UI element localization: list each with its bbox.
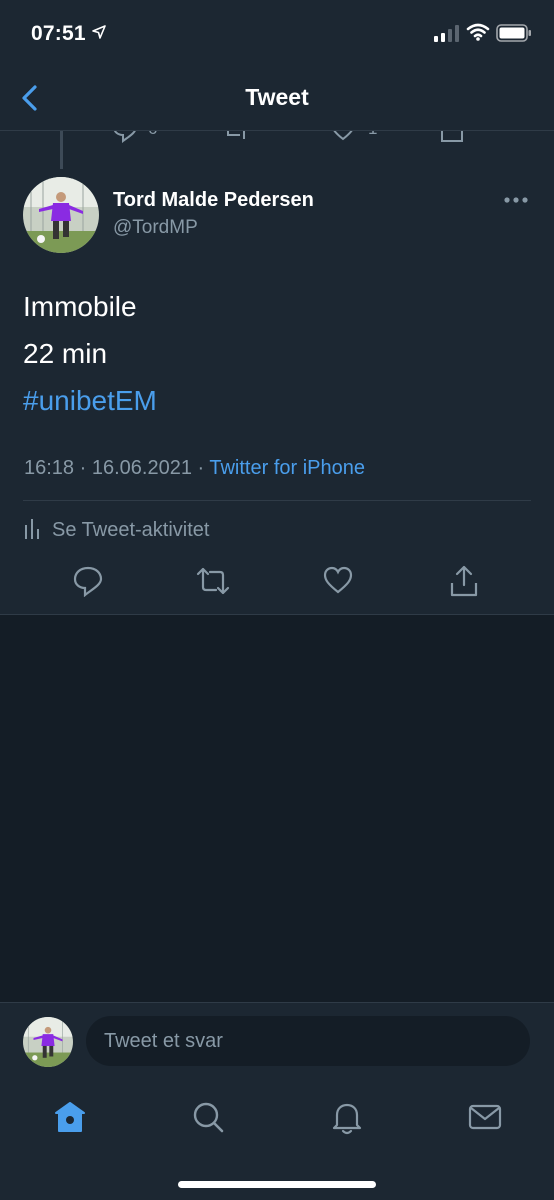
bar-chart-icon xyxy=(25,519,39,539)
battery-icon xyxy=(496,24,531,42)
reply-icon[interactable] xyxy=(73,565,103,597)
tweet-source-link[interactable]: Twitter for iPhone xyxy=(209,457,365,479)
reply-input[interactable] xyxy=(86,1016,530,1066)
reply-icon[interactable] xyxy=(112,131,138,143)
location-arrow-icon xyxy=(92,25,106,39)
tweet-activity-link[interactable]: Se Tweet-aktivitet xyxy=(24,517,209,542)
like-icon[interactable] xyxy=(323,565,353,595)
status-time: 07:51 xyxy=(31,22,86,45)
tweet-timestamp: 16:18 · 16.06.2021 · Twitter for iPhone xyxy=(24,457,365,480)
reply-count: 6 xyxy=(148,131,157,139)
author-name[interactable]: Tord Malde Pedersen xyxy=(113,189,314,212)
like-count: 1 xyxy=(368,131,377,139)
tweet-time: 16:18 xyxy=(24,457,75,479)
reply-bar xyxy=(0,1002,554,1080)
search-icon[interactable] xyxy=(188,1097,228,1137)
avatar[interactable] xyxy=(23,177,99,253)
tweet-text-line: 22 min xyxy=(23,338,108,369)
share-icon[interactable] xyxy=(450,565,478,597)
notifications-icon[interactable] xyxy=(327,1097,367,1137)
home-icon[interactable] xyxy=(50,1097,90,1137)
previous-tweet-actions: 6 1 xyxy=(0,131,554,145)
status-bar: 07:51 xyxy=(0,0,554,66)
tweet-text-line: Immobile xyxy=(23,291,137,322)
retweet-icon[interactable] xyxy=(222,131,250,143)
tweet-text: Immobile 22 min #unibetEM xyxy=(23,283,157,424)
messages-icon[interactable] xyxy=(465,1097,505,1137)
more-options-icon[interactable] xyxy=(502,195,532,205)
meta-separator: · xyxy=(191,457,210,479)
avatar-photo xyxy=(23,177,99,253)
nav-bar: Tweet xyxy=(0,66,554,131)
empty-replies-area xyxy=(0,615,554,1002)
tweet-detail: 6 1 Tord Malde Pederse xyxy=(0,131,554,615)
retweet-icon[interactable] xyxy=(196,565,230,597)
tweet-activity-label: Se Tweet-aktivitet xyxy=(52,519,210,541)
avatar-photo xyxy=(23,1017,73,1067)
share-icon[interactable] xyxy=(440,131,464,143)
page-title: Tweet xyxy=(245,84,309,110)
divider xyxy=(23,500,531,501)
avatar[interactable] xyxy=(23,1017,73,1067)
home-indicator xyxy=(178,1181,376,1188)
tweet-date: 16.06.2021 xyxy=(91,457,192,479)
hashtag-link[interactable]: #unibetEM xyxy=(23,377,157,424)
like-icon[interactable] xyxy=(330,131,356,143)
wifi-icon xyxy=(466,23,490,41)
signal-icon xyxy=(434,25,459,42)
author-handle[interactable]: @TordMP xyxy=(113,217,198,239)
meta-separator: · xyxy=(74,457,92,479)
